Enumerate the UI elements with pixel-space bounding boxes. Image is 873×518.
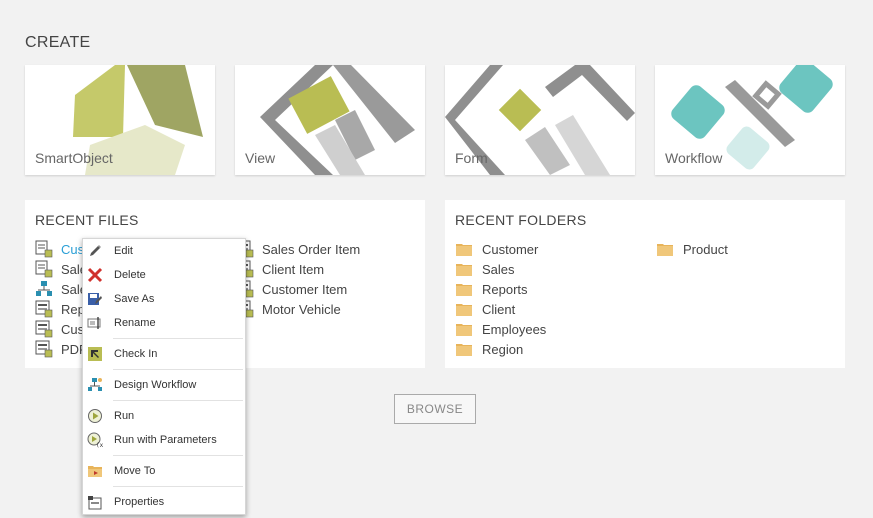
tile-form[interactable]: Form bbox=[445, 65, 635, 175]
recent-folder-item[interactable]: Customer bbox=[456, 239, 538, 259]
properties-icon bbox=[88, 496, 102, 510]
menu-separator bbox=[113, 369, 243, 370]
menu-separator bbox=[113, 486, 243, 487]
folder-icon bbox=[657, 244, 673, 256]
menu-item-delete[interactable]: Delete bbox=[83, 264, 245, 286]
view-file-icon bbox=[35, 320, 53, 338]
menu-item-design-workflow[interactable]: Design Workflow bbox=[83, 374, 245, 396]
rename-icon bbox=[87, 317, 101, 329]
recent-file-item[interactable]: Sale bbox=[35, 279, 87, 299]
recent-folder-item[interactable]: Reports bbox=[456, 279, 528, 299]
check-in-icon bbox=[88, 347, 102, 361]
view-file-icon bbox=[35, 340, 53, 358]
run-icon bbox=[88, 409, 102, 423]
recent-files-title: RECENT FILES bbox=[35, 212, 139, 228]
menu-item-properties[interactable]: Properties bbox=[83, 491, 245, 513]
menu-separator bbox=[113, 338, 243, 339]
menu-item-run[interactable]: Run bbox=[83, 405, 245, 427]
menu-separator bbox=[113, 455, 243, 456]
folder-icon bbox=[456, 344, 472, 356]
recent-folders-panel: RECENT FOLDERS Customer Sales Reports Cl… bbox=[445, 200, 845, 368]
recent-file-item[interactable]: Sale bbox=[35, 259, 87, 279]
recent-file-item[interactable]: Cus bbox=[35, 319, 84, 339]
form-file-icon bbox=[35, 260, 53, 278]
design-workflow-icon bbox=[88, 378, 102, 391]
menu-item-check-in[interactable]: Check In bbox=[83, 343, 245, 365]
delete-x-icon bbox=[87, 267, 103, 283]
workflow-file-icon bbox=[36, 281, 52, 296]
tile-label-smartobject: SmartObject bbox=[35, 150, 113, 166]
svg-text:(x): (x) bbox=[96, 442, 103, 448]
recent-folder-item[interactable]: Product bbox=[657, 239, 728, 259]
recent-folders-title: RECENT FOLDERS bbox=[455, 212, 587, 228]
recent-file-item[interactable]: PDF bbox=[35, 339, 87, 359]
recent-file-item[interactable]: Client Item bbox=[236, 259, 324, 279]
recent-file-item[interactable]: Motor Vehicle bbox=[236, 299, 341, 319]
pencil-icon bbox=[90, 245, 101, 256]
menu-item-rename[interactable]: Rename bbox=[83, 312, 245, 334]
menu-item-edit[interactable]: Edit bbox=[83, 240, 245, 262]
folder-icon bbox=[456, 244, 472, 256]
folder-icon bbox=[456, 264, 472, 276]
folder-icon bbox=[456, 304, 472, 316]
menu-item-move-to[interactable]: Move To bbox=[83, 460, 245, 482]
view-file-icon bbox=[35, 300, 53, 318]
recent-file-item[interactable]: Customer Item bbox=[236, 279, 347, 299]
recent-folder-item[interactable]: Client bbox=[456, 299, 515, 319]
folder-icon bbox=[456, 284, 472, 296]
recent-folder-item[interactable]: Region bbox=[456, 339, 523, 359]
context-menu: Edit Delete Save As Rename Check In Desi… bbox=[82, 238, 246, 515]
tile-label-view: View bbox=[245, 150, 276, 166]
form-file-icon bbox=[35, 240, 53, 258]
create-section-title: CREATE bbox=[25, 34, 91, 51]
recent-file-item[interactable]: Rep bbox=[35, 299, 85, 319]
recent-file-item[interactable]: Cus bbox=[35, 239, 84, 259]
menu-separator bbox=[113, 400, 243, 401]
recent-folder-item[interactable]: Sales bbox=[456, 259, 515, 279]
tile-view[interactable]: View bbox=[235, 65, 425, 175]
menu-item-run-with-parameters[interactable]: (x) Run with Parameters bbox=[83, 429, 245, 451]
move-to-folder-icon bbox=[88, 466, 102, 477]
recent-folder-item[interactable]: Employees bbox=[456, 319, 546, 339]
tile-smartobject[interactable]: SmartObject bbox=[25, 65, 215, 175]
browse-button[interactable]: BROWSE bbox=[394, 394, 476, 424]
run-with-parameters-icon: (x) bbox=[87, 432, 103, 448]
recent-file-item[interactable]: Sales Order Item bbox=[236, 239, 360, 259]
tile-label-workflow: Workflow bbox=[665, 150, 723, 166]
tile-label-form: Form bbox=[455, 150, 488, 166]
menu-item-save-as[interactable]: Save As bbox=[83, 288, 245, 310]
tile-workflow[interactable]: Workflow bbox=[655, 65, 845, 175]
folder-icon bbox=[456, 324, 472, 336]
save-as-icon bbox=[88, 293, 102, 305]
